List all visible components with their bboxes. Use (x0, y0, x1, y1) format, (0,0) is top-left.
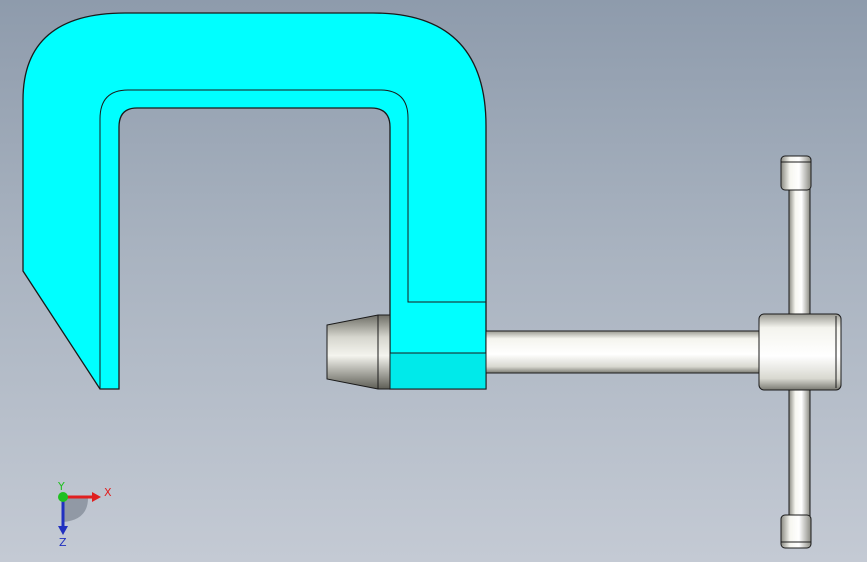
c-frame-body[interactable] (22, 12, 487, 390)
coordinate-triad: X Y Z (57, 480, 112, 549)
y-axis-point (58, 492, 68, 502)
x-axis-arrow (92, 492, 101, 502)
handle-cap-top[interactable] (780, 155, 812, 191)
clamp-model-render[interactable]: X Y Z (0, 0, 867, 562)
cad-viewport[interactable]: X Y Z (0, 0, 867, 562)
x-axis-label: X (104, 486, 112, 499)
screw-spindle[interactable] (485, 330, 761, 374)
c-frame-boss (389, 352, 487, 390)
y-axis-label: Y (57, 480, 65, 493)
handle-cap-bottom[interactable] (780, 514, 812, 549)
swivel-pad[interactable] (326, 314, 391, 390)
z-axis-label: Z (59, 536, 67, 549)
c-frame[interactable] (22, 12, 487, 390)
triad-plane-shadow (63, 498, 88, 522)
handle-hub[interactable] (758, 313, 842, 391)
z-axis-arrow (58, 526, 68, 535)
